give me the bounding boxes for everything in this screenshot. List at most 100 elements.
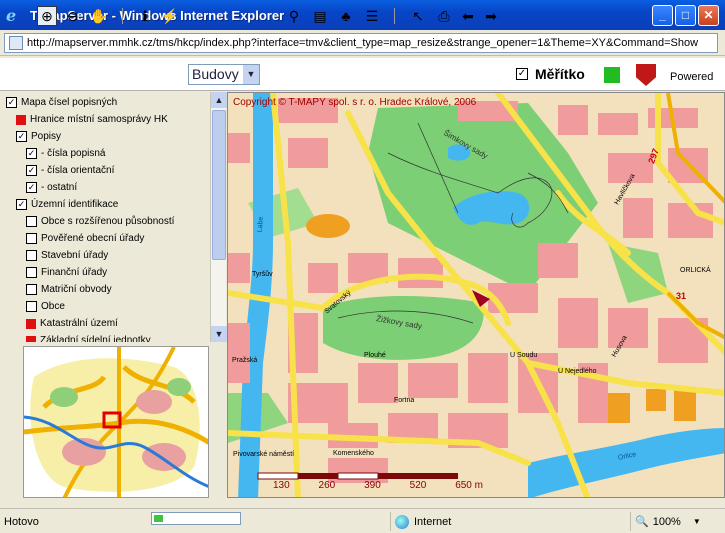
layer-label: - čísla orientační [41,165,115,176]
map-label-u-nejedleho: U Nejedlého [558,368,597,375]
scroll-up-icon[interactable]: ▲ [211,92,227,108]
layer-row[interactable]: Stavební úřady [26,247,108,264]
layer-row[interactable]: Obce [26,298,65,315]
url-field[interactable]: http://mapserver.mmhk.cz/tms/hkcp/index.… [4,33,718,53]
scale-checkbox[interactable]: ✓ [516,68,528,80]
binoculars-icon[interactable]: ⚲ [284,6,304,26]
scale-tick: 260 [318,480,336,491]
green-square-icon[interactable] [604,67,620,83]
minimize-button[interactable]: _ [652,5,673,26]
measure-icon[interactable]: ▤ [310,6,330,26]
layer-checkbox[interactable] [26,267,37,278]
print-icon[interactable]: ⎙ [434,6,454,26]
scale-tick: 650 m [455,480,483,491]
zoom-in-icon[interactable]: ⊕ [37,6,57,26]
layers-scrollbar[interactable]: ▲ ▼ [210,92,227,342]
back-arrow-icon[interactable]: ⬅ [458,6,478,26]
scale-tick: 130 [273,480,290,491]
layer-label: Základní sídelní jednotky [40,335,151,342]
layer-checkbox[interactable]: ✓ [26,165,37,176]
layer-select[interactable]: Budovy ▼ [188,64,260,85]
map-label-pivovarske: Pivovarské náměstí [233,451,295,458]
layer-row[interactable]: Finanční úřady [26,264,107,281]
zoom-icon: 🔍 [635,516,649,528]
layer-checkbox[interactable]: ✓ [16,131,27,142]
zoom-out-icon[interactable]: ⊖ [63,6,83,26]
scale-labels: 130 260 390 520 650 m [273,480,483,491]
layer-label: Popisy [31,131,62,142]
layer-row[interactable]: Matriční obvody [26,281,112,298]
layers-panel: ✓ Mapa čísel popisných Hranice místní samo… [0,92,210,342]
overview-map[interactable] [23,346,209,498]
layer-row[interactable]: Katastrální území [26,315,118,332]
layer-label: Katastrální území [40,318,118,329]
pan-hand-icon[interactable]: ✋ [88,6,110,26]
forward-arrow-icon[interactable]: ➡ [481,6,501,26]
maximize-button[interactable]: □ [675,5,696,26]
layer-row[interactable]: ✓ - ostatní [26,179,77,196]
address-bar: http://mapserver.mmhk.cz/tms/hkcp/index.… [0,30,725,56]
layer-checkbox[interactable]: ✓ [16,199,27,210]
layer-label: - čísla popisná [41,148,106,159]
status-bar: Hotovo Internet 🔍 100% ▼ [0,508,725,533]
layer-row[interactable]: ✓ Popisy [16,128,61,145]
layer-row[interactable]: ✓ Územní identifikace [16,196,118,213]
zone-label: Internet [414,515,452,528]
layer-checkbox[interactable]: ✓ [26,148,37,159]
status-text: Hotovo [4,515,39,528]
close-button[interactable]: ✕ [698,5,719,26]
layer-checkbox[interactable] [26,233,37,244]
scale-tick: 520 [409,480,427,491]
layer-label: Obce [41,301,65,312]
chevron-down-icon: ▼ [692,517,701,526]
layer-swatch[interactable] [16,114,26,125]
lightning-icon[interactable]: ⚡ [160,6,180,26]
layer-row[interactable]: Hranice místní samosprávy HK [16,111,168,128]
layer-swatch[interactable] [26,335,36,342]
layer-row[interactable]: Obce s rozšířenou působností [26,213,174,230]
layer-select-value: Budovy [192,66,239,82]
layer-checkbox[interactable] [26,216,37,227]
url-text: http://mapserver.mmhk.cz/tms/hkcp/index.… [27,37,699,49]
layer-checkbox[interactable] [26,250,37,261]
layer-checkbox[interactable]: ✓ [6,97,17,108]
map-copyright: Copyright © T-MAPY spol. s r. o. Hradec … [233,97,477,108]
map-label-komenskeho: Komenského [333,450,374,457]
scroll-thumb[interactable] [212,110,226,260]
layer-checkbox[interactable]: ✓ [26,182,37,193]
layer-checkbox[interactable] [26,301,37,312]
separator [122,8,123,24]
map-label-orlicka: ORLICKÁ [680,267,711,274]
map-label-labe: Labe [256,216,265,233]
map-label-fortna: Fortna [394,397,415,404]
select-tool-icon[interactable]: ↖ [408,6,428,26]
layer-checkbox[interactable] [26,284,37,295]
globe-icon [395,514,409,529]
layer-label: Mapa čísel popisných [21,97,118,108]
overview-map-drawing [24,347,208,497]
layer-row[interactable]: Pověřené obecní úřady [26,230,144,247]
layer-row[interactable]: ✓ Mapa čísel popisných [6,94,117,111]
scroll-down-icon[interactable]: ▼ [211,326,227,342]
layer-row[interactable]: ✓ - čísla orientační [26,162,114,179]
layer-label: Hranice místní samosprávy HK [30,114,168,125]
scale-bar [257,472,458,480]
layer-label: Stavební úřady [41,250,109,261]
progress-bar [151,512,241,525]
info-icon[interactable]: ℹ [135,6,155,26]
legend-icon[interactable]: ☰ [362,6,382,26]
progress-fill [154,515,163,522]
separator [394,8,395,24]
page-icon [9,36,23,50]
ie-icon: e [6,6,17,25]
tree-icon[interactable]: ♣ [336,6,356,26]
zoom-value: 100% [652,515,681,528]
layer-label: Finanční úřady [41,267,108,278]
map-label-plouhe: Plouhé [364,352,386,359]
zoom-control[interactable]: 🔍 100% ▼ [630,512,725,531]
map-canvas[interactable]: Copyright © T-MAPY spol. s r. o. Hradec … [227,92,725,498]
layer-row[interactable]: ✓ - čísla popisná [26,145,105,162]
powered-label: Powered [670,71,714,83]
layer-row[interactable]: Základní sídelní jednotky [26,332,151,342]
layer-swatch[interactable] [26,318,36,329]
